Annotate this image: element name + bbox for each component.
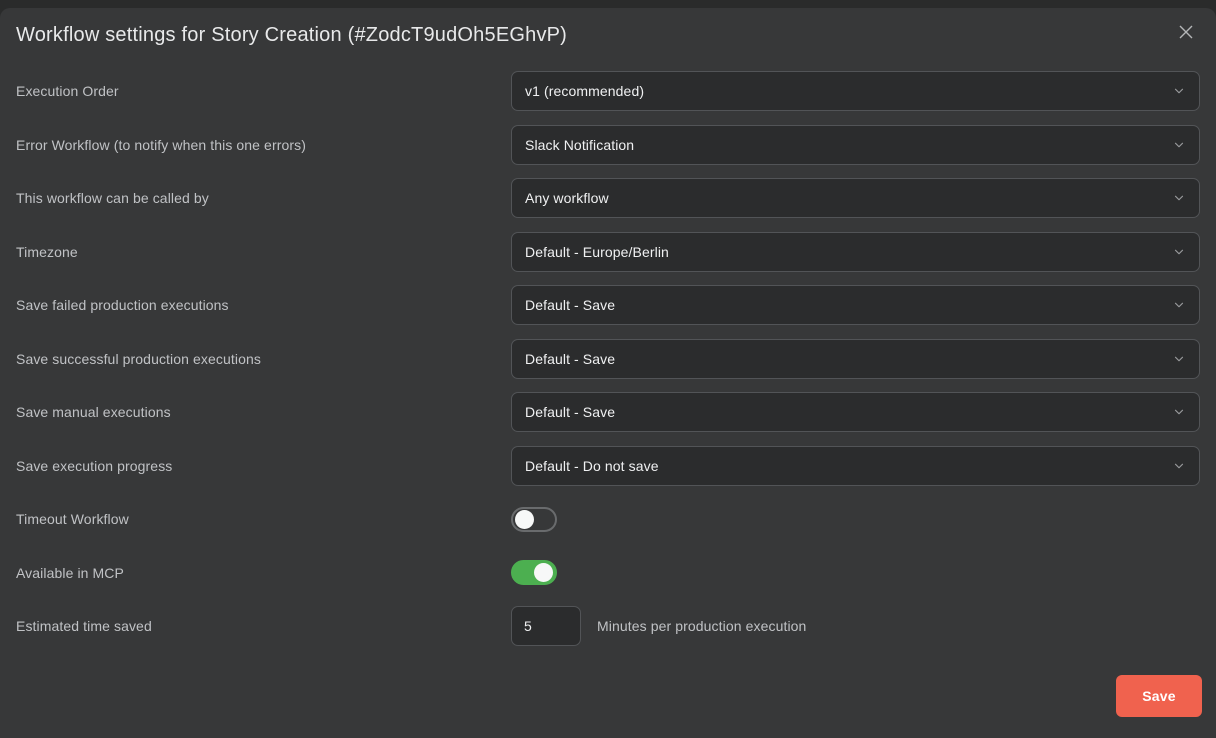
timeout-workflow-toggle[interactable] [511,507,557,532]
save-execution-progress-select[interactable]: Default - Do not save [511,446,1200,486]
close-x-glyph [1179,25,1193,39]
called-by-select[interactable]: Any workflow [511,178,1200,218]
modal-title: Workflow settings for Story Creation (#Z… [16,21,1200,49]
chevron-down-icon [1172,84,1186,98]
row-execution-order: Execution Order v1 (recommended) [16,71,1200,111]
row-save-successful-executions: Save successful production executions De… [16,339,1200,379]
field-label: Save execution progress [16,458,511,474]
field-label: Timeout Workflow [16,511,511,527]
chevron-down-icon [1172,352,1186,366]
select-value: Default - Save [525,351,615,367]
field-label: This workflow can be called by [16,190,511,206]
field-control [511,560,1200,585]
field-label: Estimated time saved [16,618,511,634]
chevron-down-icon [1172,245,1186,259]
save-failed-executions-select[interactable]: Default - Save [511,285,1200,325]
field-control: Default - Europe/Berlin [511,232,1200,272]
select-value: Slack Notification [525,137,634,153]
error-workflow-select[interactable]: Slack Notification [511,125,1200,165]
workflow-settings-modal: Workflow settings for Story Creation (#Z… [0,8,1216,738]
row-timezone: Timezone Default - Europe/Berlin [16,232,1200,272]
estimated-time-input[interactable] [511,606,581,646]
field-label: Execution Order [16,83,511,99]
chevron-down-icon [1172,459,1186,473]
save-manual-executions-select[interactable]: Default - Save [511,392,1200,432]
field-control: Default - Save [511,339,1200,379]
execution-order-select[interactable]: v1 (recommended) [511,71,1200,111]
field-control: Slack Notification [511,125,1200,165]
field-label: Save manual executions [16,404,511,420]
field-control: Any workflow [511,178,1200,218]
save-successful-executions-select[interactable]: Default - Save [511,339,1200,379]
row-available-in-mcp: Available in MCP [16,553,1200,593]
select-value: Any workflow [525,190,609,206]
field-label: Error Workflow (to notify when this one … [16,137,511,153]
chevron-down-icon [1172,405,1186,419]
close-icon[interactable] [1174,20,1198,44]
field-label: Save failed production executions [16,297,511,313]
field-label: Timezone [16,244,511,260]
field-control: Minutes per production execution [511,606,1200,646]
row-save-failed-executions: Save failed production executions Defaul… [16,285,1200,325]
select-value: Default - Save [525,297,615,313]
toggle-knob [534,563,553,582]
select-value: Default - Europe/Berlin [525,244,669,260]
chevron-down-icon [1172,138,1186,152]
row-called-by: This workflow can be called by Any workf… [16,178,1200,218]
save-button[interactable]: Save [1116,675,1202,717]
field-label: Save successful production executions [16,351,511,367]
row-timeout-workflow: Timeout Workflow [16,499,1200,539]
field-control: Default - Save [511,285,1200,325]
select-value: v1 (recommended) [525,83,644,99]
row-save-manual-executions: Save manual executions Default - Save [16,392,1200,432]
chevron-down-icon [1172,191,1186,205]
settings-rows: Execution Order v1 (recommended) Error W… [16,71,1200,646]
row-estimated-time-saved: Estimated time saved Minutes per product… [16,606,1200,646]
field-control: Default - Do not save [511,446,1200,486]
available-in-mcp-toggle[interactable] [511,560,557,585]
field-control: v1 (recommended) [511,71,1200,111]
row-error-workflow: Error Workflow (to notify when this one … [16,125,1200,165]
row-save-execution-progress: Save execution progress Default - Do not… [16,446,1200,486]
field-control [511,507,1200,532]
select-value: Default - Save [525,404,615,420]
select-value: Default - Do not save [525,458,659,474]
chevron-down-icon [1172,298,1186,312]
estimated-time-suffix: Minutes per production execution [597,618,806,634]
toggle-knob [515,510,534,529]
modal-header: Workflow settings for Story Creation (#Z… [16,8,1200,56]
field-label: Available in MCP [16,565,511,581]
timezone-select[interactable]: Default - Europe/Berlin [511,232,1200,272]
field-control: Default - Save [511,392,1200,432]
